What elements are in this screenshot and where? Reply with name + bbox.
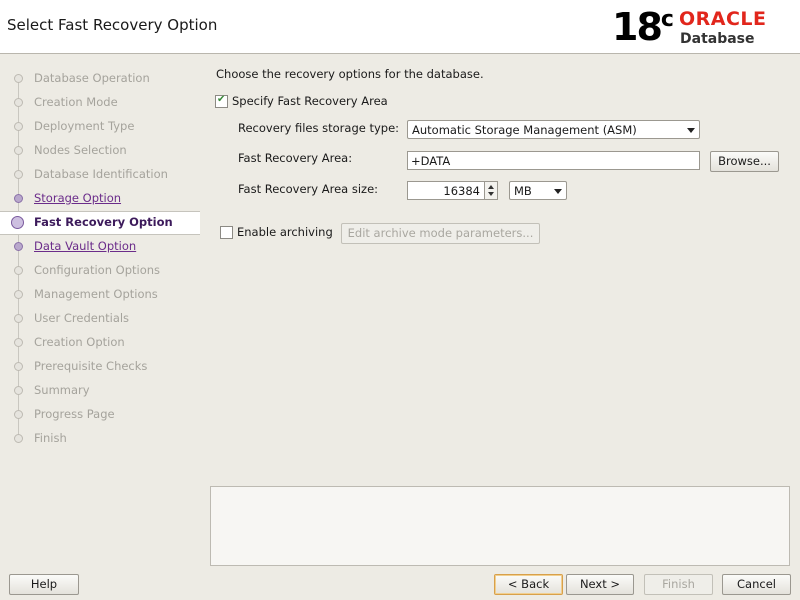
spin-up-icon[interactable] (488, 185, 494, 189)
step-dot-icon (14, 290, 23, 299)
intro-text: Choose the recovery options for the data… (216, 67, 484, 81)
oracle-logo: 18c ORACLE Database (612, 6, 792, 48)
fra-size-input[interactable]: 16384 (407, 181, 485, 200)
finish-button[interactable]: Finish (644, 574, 713, 595)
specify-fra-label[interactable]: Specify Fast Recovery Area (232, 94, 388, 108)
wizard-steps: Database Operation Creation Mode Deploym… (0, 54, 200, 566)
chevron-down-icon (687, 128, 695, 133)
step-management-options: Management Options (0, 283, 200, 307)
page-title: Select Fast Recovery Option (7, 16, 218, 34)
fra-size-unit-select[interactable]: MB (509, 181, 567, 200)
specify-fra-checkbox[interactable] (215, 94, 228, 108)
step-dot-icon (14, 266, 23, 275)
header: Select Fast Recovery Option 18c ORACLE D… (0, 0, 800, 54)
storage-type-label: Recovery files storage type: (238, 121, 400, 135)
fra-location-input[interactable]: +DATA (407, 151, 700, 170)
step-dot-icon (14, 314, 23, 323)
step-user-credentials: User Credentials (0, 307, 200, 331)
step-dot-icon (14, 410, 23, 419)
step-database-operation: Database Operation (0, 67, 200, 91)
step-dot-icon (14, 122, 23, 131)
version-badge: 18c (612, 5, 674, 49)
fra-size-stepper[interactable] (484, 181, 498, 200)
step-data-vault-option[interactable]: Data Vault Option (0, 235, 200, 259)
step-summary: Summary (0, 379, 200, 403)
step-prerequisite-checks: Prerequisite Checks (0, 355, 200, 379)
spin-down-icon[interactable] (488, 192, 494, 196)
oracle-brand: ORACLE (679, 8, 767, 30)
browse-button[interactable]: Browse... (710, 151, 779, 172)
step-current-dot-icon (11, 216, 24, 229)
step-database-identification: Database Identification (0, 163, 200, 187)
back-button[interactable]: < Back (494, 574, 563, 595)
product-name: Database (680, 31, 755, 47)
help-button[interactable]: Help (9, 574, 79, 595)
step-dot-icon (14, 386, 23, 395)
fra-size-label: Fast Recovery Area size: (238, 182, 379, 196)
enable-archiving-label[interactable]: Enable archiving (237, 225, 333, 239)
cancel-button[interactable]: Cancel (722, 574, 791, 595)
step-dot-icon (14, 98, 23, 107)
step-creation-option: Creation Option (0, 331, 200, 355)
step-deployment-type: Deployment Type (0, 115, 200, 139)
fra-location-label: Fast Recovery Area: (238, 151, 353, 165)
step-fast-recovery-option: Fast Recovery Option (0, 211, 200, 235)
footer-bar: Help < Back Next > Finish Cancel (0, 567, 800, 600)
step-finish: Finish (0, 427, 200, 451)
step-nodes-selection: Nodes Selection (0, 139, 200, 163)
step-dot-icon (14, 74, 23, 83)
storage-type-select[interactable]: Automatic Storage Management (ASM) (407, 120, 700, 139)
step-dot-icon (14, 242, 23, 251)
step-storage-option[interactable]: Storage Option (0, 187, 200, 211)
edit-archive-params-button[interactable]: Edit archive mode parameters... (341, 223, 540, 244)
step-creation-mode: Creation Mode (0, 91, 200, 115)
step-dot-icon (14, 362, 23, 371)
step-dot-icon (14, 338, 23, 347)
step-progress-page: Progress Page (0, 403, 200, 427)
step-dot-icon (14, 194, 23, 203)
main-panel: Choose the recovery options for the data… (200, 54, 800, 566)
chevron-down-icon (554, 189, 562, 194)
step-configuration-options: Configuration Options (0, 259, 200, 283)
step-dot-icon (14, 170, 23, 179)
step-dot-icon (14, 434, 23, 443)
enable-archiving-checkbox[interactable] (220, 226, 233, 239)
step-dot-icon (14, 146, 23, 155)
next-button[interactable]: Next > (566, 574, 634, 595)
message-area (210, 486, 790, 566)
